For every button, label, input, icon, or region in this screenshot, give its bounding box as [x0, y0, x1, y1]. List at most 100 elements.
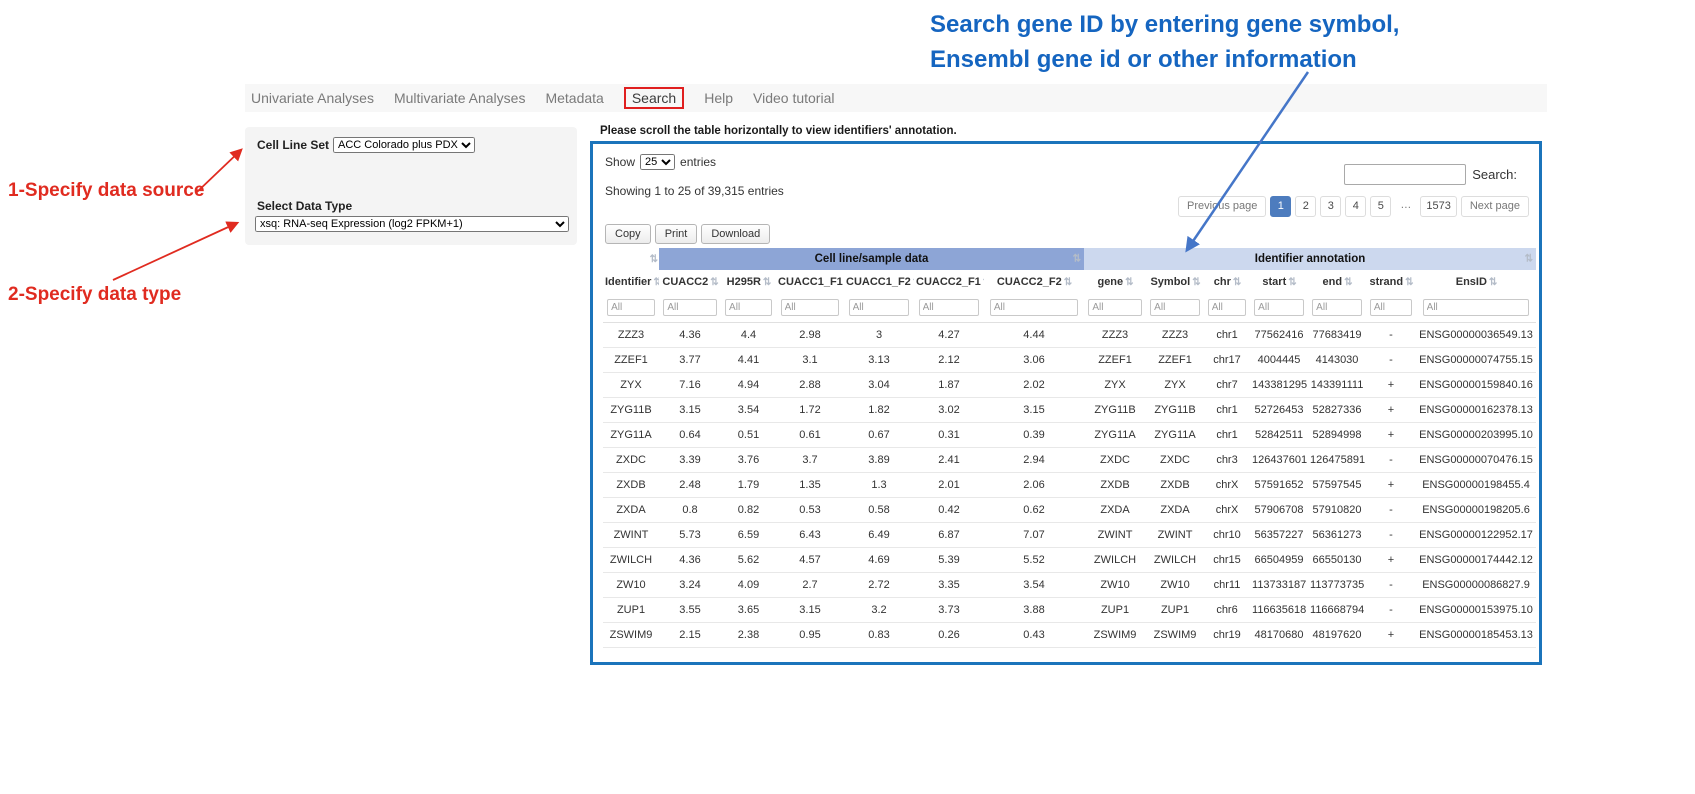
- filter-input-gene[interactable]: [1088, 299, 1141, 316]
- cell-line-set-select[interactable]: ACC Colorado plus PDX: [333, 137, 475, 153]
- page-button-3[interactable]: 3: [1320, 196, 1341, 217]
- filter-input-cuacc2[interactable]: [663, 299, 716, 316]
- cell: ENSG00000174442.12: [1416, 547, 1536, 572]
- nav-item-multivariate-analyses[interactable]: Multivariate Analyses: [394, 90, 526, 106]
- cell: 2.01: [914, 472, 984, 497]
- column-header-h295r[interactable]: H295R⇅: [721, 270, 776, 294]
- page-button-4[interactable]: 4: [1345, 196, 1366, 217]
- search-results-panel: Show 25 entries Search: Showing 1 to 25 …: [590, 141, 1542, 665]
- table-row: ZWILCH4.365.624.574.695.395.52ZWILCHZWIL…: [603, 547, 1536, 572]
- column-header-end[interactable]: end⇅: [1308, 270, 1366, 294]
- sort-icon: ⇅: [1489, 277, 1496, 288]
- filter-input-symbol[interactable]: [1150, 299, 1200, 316]
- filter-input-strand[interactable]: [1370, 299, 1412, 316]
- cell: 77683419: [1308, 322, 1366, 347]
- cell: ZUP1: [1146, 597, 1204, 622]
- step1-annotation: 1-Specify data source: [8, 180, 204, 202]
- column-header-cuacc1_f1[interactable]: CUACC1_F1⇅: [776, 270, 844, 294]
- sort-icon: ⇅: [1192, 277, 1199, 288]
- next-page-button[interactable]: Next page: [1461, 196, 1529, 217]
- cell: 3.35: [914, 572, 984, 597]
- previous-page-button[interactable]: Previous page: [1178, 196, 1266, 217]
- column-header-cuacc2_f2[interactable]: CUACC2_F2⇅: [984, 270, 1084, 294]
- filter-input-cuacc1_f2[interactable]: [849, 299, 910, 316]
- cell: 0.61: [776, 422, 844, 447]
- nav-item-search[interactable]: Search: [624, 87, 684, 109]
- cell: 0.67: [844, 422, 914, 447]
- cell-line-set-label: Cell Line Set: [257, 138, 329, 152]
- cell: 3.39: [659, 447, 721, 472]
- cell: 3.13: [844, 347, 914, 372]
- cell: -: [1366, 522, 1416, 547]
- cell: 4.94: [721, 372, 776, 397]
- table-search-input[interactable]: [1344, 164, 1466, 185]
- cell: ZWINT: [1146, 522, 1204, 547]
- cell: 2.02: [984, 372, 1084, 397]
- filter-input-end[interactable]: [1312, 299, 1362, 316]
- cell: 1.3: [844, 472, 914, 497]
- cell: chr17: [1204, 347, 1250, 372]
- cell: 7.16: [659, 372, 721, 397]
- cell: 2.15: [659, 622, 721, 647]
- cell: ZSWIM9: [1146, 622, 1204, 647]
- column-header-cuacc1_f2[interactable]: CUACC1_F2⇅: [844, 270, 914, 294]
- cell: 6.49: [844, 522, 914, 547]
- download-button[interactable]: Download: [701, 224, 770, 244]
- copy-button[interactable]: Copy: [605, 224, 651, 244]
- column-header-ensid[interactable]: EnsID⇅: [1416, 270, 1536, 294]
- filter-input-cuacc2_f2[interactable]: [990, 299, 1078, 316]
- cell: 2.48: [659, 472, 721, 497]
- page-button-1[interactable]: 1: [1270, 196, 1291, 217]
- filter-input-identifier[interactable]: [607, 299, 655, 316]
- column-header-cuacc2[interactable]: CUACC2⇅: [659, 270, 721, 294]
- print-button[interactable]: Print: [655, 224, 698, 244]
- cell: 116635618: [1250, 597, 1308, 622]
- sort-icon: ⇅: [710, 277, 717, 288]
- cell: 2.88: [776, 372, 844, 397]
- sort-icon: ⇅: [1288, 277, 1295, 288]
- page-length-select[interactable]: 25: [640, 154, 675, 170]
- cell: 0.42: [914, 497, 984, 522]
- cell: ZYX: [1084, 372, 1146, 397]
- cell: ZZEF1: [1084, 347, 1146, 372]
- nav-item-metadata[interactable]: Metadata: [545, 90, 603, 106]
- page-button-1573[interactable]: 1573: [1420, 196, 1456, 217]
- nav-item-video-tutorial[interactable]: Video tutorial: [753, 90, 834, 106]
- cell: 4143030: [1308, 347, 1366, 372]
- sort-icon: ⇅: [1525, 254, 1532, 265]
- cell: chr10: [1204, 522, 1250, 547]
- table-row: ZW103.244.092.72.723.353.54ZW10ZW10chr11…: [603, 572, 1536, 597]
- filter-input-ensid[interactable]: [1423, 299, 1530, 316]
- cell: chr19: [1204, 622, 1250, 647]
- column-header-cuacc2_f1[interactable]: CUACC2_F1⇅: [914, 270, 984, 294]
- nav-item-univariate-analyses[interactable]: Univariate Analyses: [251, 90, 374, 106]
- filter-input-cuacc1_f1[interactable]: [781, 299, 840, 316]
- column-header-symbol[interactable]: Symbol⇅: [1146, 270, 1204, 294]
- filter-input-start[interactable]: [1254, 299, 1304, 316]
- filter-input-cuacc2_f1[interactable]: [919, 299, 980, 316]
- cell: 2.12: [914, 347, 984, 372]
- column-header-start[interactable]: start⇅: [1250, 270, 1308, 294]
- show-label: Show: [605, 155, 635, 169]
- filter-input-h295r[interactable]: [725, 299, 772, 316]
- cell: ENSG00000036549.13: [1416, 322, 1536, 347]
- cell: 113773735: [1308, 572, 1366, 597]
- table-row: ZYG11A0.640.510.610.670.310.39ZYG11AZYG1…: [603, 422, 1536, 447]
- page-button-2[interactable]: 2: [1295, 196, 1316, 217]
- filter-input-chr[interactable]: [1208, 299, 1247, 316]
- cell: 2.7: [776, 572, 844, 597]
- cell: 3.7: [776, 447, 844, 472]
- data-type-select[interactable]: xsq: RNA-seq Expression (log2 FPKM+1): [255, 216, 569, 232]
- corner-sort-header[interactable]: ⇅: [603, 248, 659, 270]
- column-header-gene[interactable]: gene⇅: [1084, 270, 1146, 294]
- cell: ZYG11A: [1084, 422, 1146, 447]
- column-header-strand[interactable]: strand⇅: [1366, 270, 1416, 294]
- pagination: Previous page12345…1573Next page: [1178, 196, 1529, 217]
- cell: +: [1366, 422, 1416, 447]
- nav-item-help[interactable]: Help: [704, 90, 733, 106]
- cell: 56357227: [1250, 522, 1308, 547]
- column-header-chr[interactable]: chr⇅: [1204, 270, 1250, 294]
- column-header-identifier[interactable]: Identifier⇅: [603, 270, 659, 294]
- cell: 0.64: [659, 422, 721, 447]
- page-button-5[interactable]: 5: [1370, 196, 1391, 217]
